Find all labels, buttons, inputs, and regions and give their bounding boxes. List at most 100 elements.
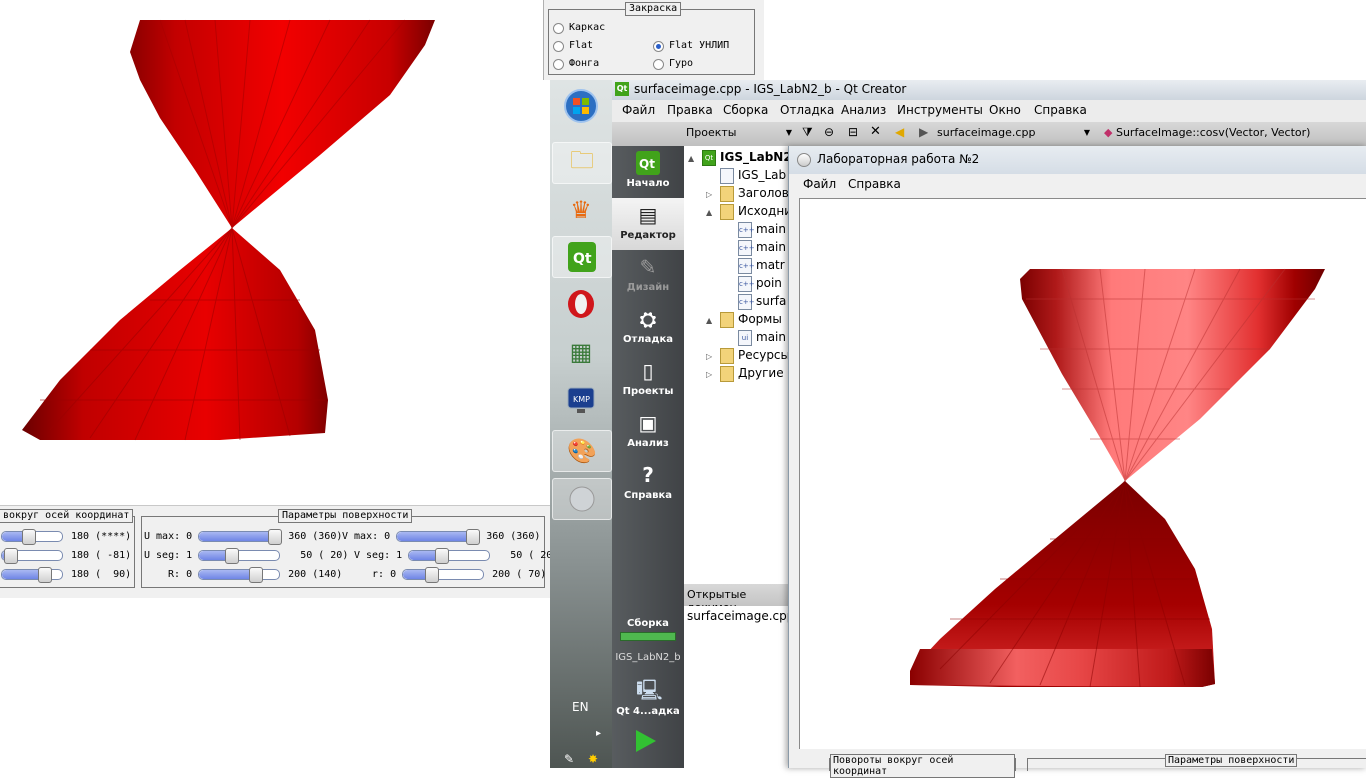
tree-item[interactable]: ▷ Ресурсы xyxy=(706,346,790,364)
lab-bottom-panel: Повороты вокруг осей координат Параметры… xyxy=(789,749,1366,778)
qt-menu-help[interactable]: Справка xyxy=(1034,103,1087,117)
open-document-item[interactable]: surfaceimage.cpp xyxy=(687,609,794,623)
vseg-slider[interactable]: V seg: 1 50 ( 20) xyxy=(354,547,558,564)
kit-label[interactable]: Qt 4...адка xyxy=(612,706,684,717)
file-icon xyxy=(720,167,734,184)
link-icon[interactable]: ⊖ xyxy=(824,125,834,139)
mode-debug-label: Отладка xyxy=(623,334,673,345)
tray-pin-icon[interactable]: ✎ xyxy=(564,752,574,766)
expanded-arrow-icon[interactable]: ▲ xyxy=(706,312,720,330)
tree-item-label: IGS_LabN2 xyxy=(720,150,791,164)
taskbar-monitor-app[interactable]: ▦ xyxy=(552,332,610,372)
tree-item[interactable]: IGS_Lab xyxy=(706,166,786,184)
file-combo[interactable]: surfaceimage.cpp ▼ xyxy=(937,124,1092,142)
tree-item[interactable]: c++surfa xyxy=(724,292,786,310)
shading-flat-radio[interactable] xyxy=(553,41,564,52)
mode-help[interactable]: ? Справка xyxy=(612,458,684,510)
useg-slider[interactable]: U seg: 1 50 ( 20) xyxy=(144,547,349,564)
mode-projects[interactable]: ▯ Проекты xyxy=(612,354,684,406)
kit-computer-icon[interactable]: 🖳 xyxy=(636,676,663,710)
qt-menu-window[interactable]: Окно xyxy=(989,103,1021,117)
qt-menu-edit[interactable]: Правка xyxy=(667,103,713,117)
rotation-slider-y[interactable]: 180 ( -81) xyxy=(1,547,131,564)
tree-item[interactable]: c++main xyxy=(724,238,786,256)
taskbar-qt-creator[interactable]: Qt xyxy=(552,236,612,278)
svg-text:Qt: Qt xyxy=(639,157,655,171)
taskbar-paint[interactable]: 🎨 xyxy=(552,430,612,472)
lab-menu-file[interactable]: Файл xyxy=(803,177,836,191)
qt-menu-debug[interactable]: Отладка xyxy=(780,103,834,117)
folder-icon: 🗀 xyxy=(570,145,594,174)
lab-menu-help[interactable]: Справка xyxy=(848,177,901,191)
qt-mode-bar: Qt Начало ▤ Редактор ✎ Дизайн ⛭ Отладка … xyxy=(612,146,684,768)
umax-slider[interactable]: U max: 0 360 (360) xyxy=(144,528,343,545)
tree-item[interactable]: ▷ Другие xyxy=(706,364,784,382)
qt-menubar: Файл Правка Сборка Отладка Анализ Инстру… xyxy=(612,100,1366,123)
rotation-slider-x[interactable]: 180 (****) xyxy=(1,528,131,545)
mode-design[interactable]: ✎ Дизайн xyxy=(612,250,684,302)
tray-expand-icon[interactable]: ▸ xyxy=(596,728,601,739)
taskbar-opera[interactable] xyxy=(552,284,610,324)
tree-item[interactable]: ▲ Qt IGS_LabN2 xyxy=(688,148,791,168)
shading-phong-radio[interactable] xyxy=(553,59,564,70)
tree-item[interactable]: c++main xyxy=(724,220,786,238)
qt-menu-analyze[interactable]: Анализ xyxy=(841,103,886,117)
mode-analyze[interactable]: ▣ Анализ xyxy=(612,406,684,458)
projects-combo-label: Проекты xyxy=(686,126,737,139)
editor-icon: ▤ xyxy=(638,203,658,227)
tree-item[interactable]: ▲ Исходни xyxy=(706,202,790,222)
mode-editor[interactable]: ▤ Редактор xyxy=(612,198,684,250)
split-icon[interactable]: ⊟ xyxy=(848,125,858,139)
shading-wireframe-label: Каркас xyxy=(569,22,606,33)
function-combo[interactable]: ◆ SurfaceImage::cosv(Vector, Vector) xyxy=(1104,124,1364,142)
tree-item[interactable]: ▲ Формы xyxy=(706,310,782,328)
vmax-slider[interactable]: V max: 0 360 (360) xyxy=(342,528,540,545)
expanded-arrow-icon[interactable]: ▲ xyxy=(706,204,720,222)
taskbar-generic-app[interactable] xyxy=(552,478,612,520)
useg-value: 50 ( 20) xyxy=(300,549,349,561)
rotation-slider-z[interactable]: 180 ( 90) xyxy=(1,566,131,583)
projects-combo[interactable]: Проекты ▼ xyxy=(684,124,794,142)
shading-flat-label: Flat xyxy=(569,40,594,51)
mode-debug[interactable]: ⛭ Отладка xyxy=(612,302,684,354)
back-arrow-icon[interactable]: ◀ xyxy=(895,125,904,139)
tree-item[interactable]: ▷ Заголов xyxy=(706,184,789,202)
target-project-label[interactable]: IGS_LabN2_b xyxy=(612,652,684,663)
qt-menu-build[interactable]: Сборка xyxy=(723,103,768,117)
cpp-file-icon: c++ xyxy=(738,293,755,310)
analyze-icon: ▣ xyxy=(638,411,658,435)
tree-item[interactable]: ui main xyxy=(724,328,786,346)
taskbar-kmplayer[interactable]: KMP xyxy=(552,380,610,420)
hourglass-surface xyxy=(910,268,1325,688)
cpp-file-icon: c++ xyxy=(738,221,755,238)
shading-wireframe-radio[interactable] xyxy=(553,23,564,34)
expanded-arrow-icon[interactable]: ▲ xyxy=(688,150,702,168)
collapsed-arrow-icon[interactable]: ▷ xyxy=(706,366,720,384)
shading-gouraud-radio[interactable] xyxy=(653,59,664,70)
filter-icon[interactable]: ⧩ xyxy=(802,125,813,140)
qt-menu-file[interactable]: Файл xyxy=(622,103,655,117)
r-big-slider[interactable]: R: 0 200 (140) xyxy=(168,566,342,583)
shading-flat-unlip-radio[interactable] xyxy=(653,41,664,52)
tree-item-label: Ресурсы xyxy=(738,348,791,362)
qt-title-bar: Qt surfaceimage.cpp - IGS_LabN2_b - Qt C… xyxy=(612,80,1366,100)
language-indicator[interactable]: EN xyxy=(572,700,589,714)
mode-analyze-label: Анализ xyxy=(627,438,669,449)
lab-window: Лабораторная работа №2 Файл Справка Пово… xyxy=(788,146,1366,778)
run-icon[interactable] xyxy=(636,730,656,752)
umax-value: 360 (360) xyxy=(288,530,343,542)
forward-arrow-icon[interactable]: ▶ xyxy=(919,125,928,139)
mode-welcome[interactable]: Qt Начало xyxy=(612,146,684,198)
tree-item[interactable]: c++poin xyxy=(724,274,782,292)
start-button[interactable] xyxy=(552,86,610,126)
qt-menu-tools[interactable]: Инструменты xyxy=(897,103,983,117)
debug-icon: ⛭ xyxy=(640,307,656,331)
taskbar-explorer[interactable]: 🗀 xyxy=(552,142,612,184)
close-icon[interactable]: ✕ xyxy=(870,124,881,139)
project-tree: ▲ Qt IGS_LabN2 IGS_Lab ▷ Заголов ▲ Исходни c++ma… xyxy=(684,146,791,584)
vseg-min: 1 xyxy=(396,549,403,561)
r-small-slider[interactable]: r: 0 200 ( 70) xyxy=(372,566,546,583)
taskbar-fire-app[interactable]: ♛ xyxy=(552,190,610,230)
tree-item[interactable]: c++matr xyxy=(724,256,785,274)
tray-network-icon[interactable]: ✸ xyxy=(588,752,598,766)
